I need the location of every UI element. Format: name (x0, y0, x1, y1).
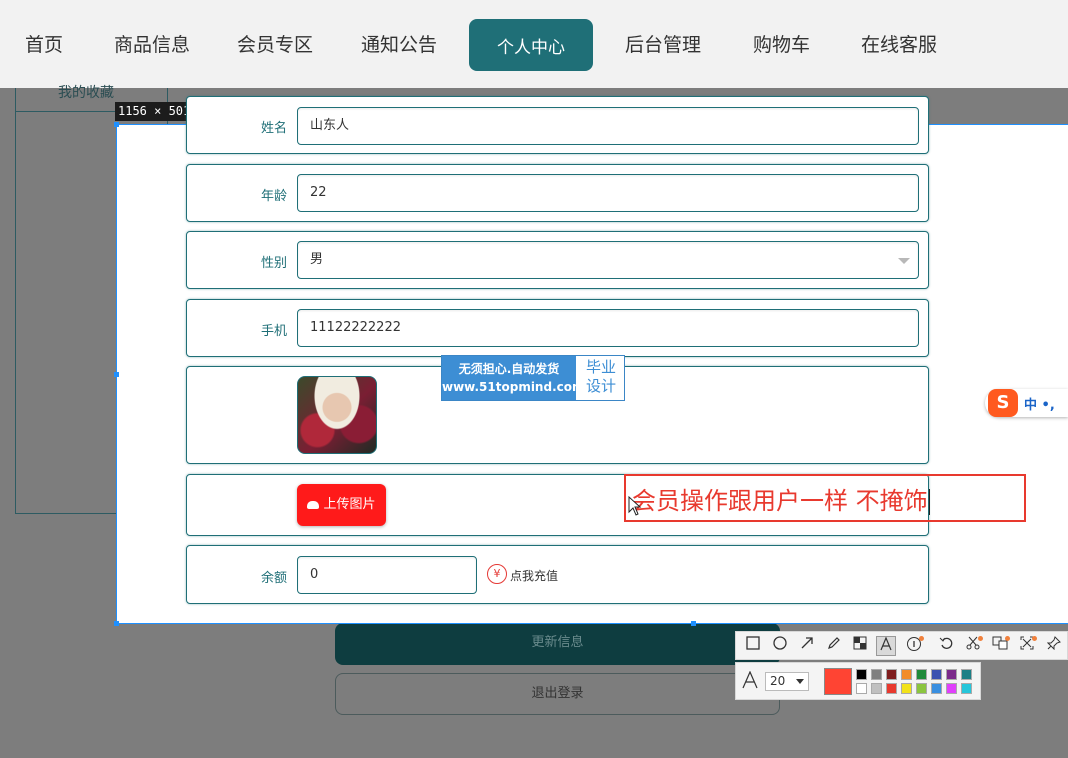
ime-mode-text: 中 •, (1024, 398, 1055, 413)
color-swatch[interactable] (871, 683, 882, 694)
resize-handle[interactable] (114, 621, 119, 626)
upload-image-button[interactable]: 上传图片 (297, 484, 386, 526)
watermark-right: 毕业 设计 (578, 358, 624, 396)
fullscreen-icon[interactable] (1017, 636, 1037, 656)
undo-icon[interactable] (936, 636, 956, 656)
color-swatch[interactable] (856, 669, 867, 680)
watermark-logo: 无须担心.自动发货 www.51topmind.com 毕业 设计 (441, 355, 625, 401)
gender-select[interactable]: 男 (297, 241, 919, 279)
nav-home[interactable]: 首页 (25, 30, 63, 57)
number-marker-tool-icon[interactable] (904, 636, 924, 656)
translate-icon[interactable] (990, 636, 1010, 656)
upload-label: 上传图片 (323, 497, 376, 512)
watermark-right-line2: 设计 (585, 377, 616, 395)
recharge-link[interactable]: 点我充值 (510, 567, 558, 584)
sidebar-divider (16, 111, 126, 112)
nav-personal-center[interactable]: 个人中心 (469, 19, 593, 71)
snip-toolbar (735, 631, 1068, 660)
color-swatch[interactable] (946, 683, 957, 694)
nav-member-zone[interactable]: 会员专区 (237, 30, 313, 57)
text-cursor (928, 489, 930, 515)
phone-label: 手机 (260, 324, 287, 339)
ime-indicator[interactable]: S 中 •, (985, 389, 1068, 417)
arrow-tool-icon[interactable] (797, 636, 817, 656)
color-swatch[interactable] (961, 683, 972, 694)
balance-input[interactable]: 0 (297, 556, 477, 594)
chevron-down-icon (898, 258, 910, 264)
nav-admin[interactable]: 后台管理 (625, 30, 701, 57)
pencil-tool-icon[interactable] (824, 636, 844, 656)
gender-value: 男 (310, 252, 324, 267)
mosaic-tool-icon[interactable] (850, 636, 870, 656)
avatar-image (297, 376, 377, 454)
scissors-icon[interactable] (963, 636, 983, 656)
color-swatch[interactable] (931, 683, 942, 694)
resize-handle[interactable] (114, 372, 119, 377)
resize-handle[interactable] (114, 122, 119, 127)
watermark-left: 无须担心.自动发货 www.51topmind.com (442, 356, 585, 400)
text-style-bar: 20 (735, 662, 981, 700)
color-swatch[interactable] (871, 669, 882, 680)
color-swatch[interactable] (901, 669, 912, 680)
color-swatch[interactable] (916, 669, 927, 680)
nav-products[interactable]: 商品信息 (114, 30, 190, 57)
font-size-select[interactable]: 20 (765, 672, 809, 691)
logout-button[interactable]: 退出登录 (335, 673, 780, 715)
chevron-down-icon (796, 679, 804, 684)
color-swatch[interactable] (931, 669, 942, 680)
watermark-right-line1: 毕业 (585, 358, 616, 376)
font-size-value: 20 (770, 674, 786, 688)
form-row-name: 姓名 山东人 (186, 96, 929, 154)
sogou-logo-icon: S (988, 389, 1018, 417)
text-tool-icon[interactable] (876, 636, 896, 656)
watermark-line1: 无须担心.自动发货 (458, 362, 560, 376)
age-input[interactable]: 22 (297, 174, 919, 212)
annotation-text: 会员操作跟用户一样 不掩饰 (632, 487, 928, 515)
sidebar-item-favorites[interactable]: 我的收藏 (58, 82, 114, 102)
current-color-swatch[interactable] (824, 668, 852, 695)
capture-size-label: 1156 × 501 (115, 102, 194, 121)
color-swatch[interactable] (856, 683, 867, 694)
color-swatch[interactable] (886, 669, 897, 680)
pin-icon[interactable] (1044, 636, 1064, 656)
rectangle-tool-icon[interactable] (743, 636, 763, 656)
phone-input[interactable]: 11122222222 (297, 309, 919, 347)
balance-label: 余额 (260, 571, 287, 586)
color-swatch[interactable] (901, 683, 912, 694)
watermark-line2: www.51topmind.com (442, 380, 585, 394)
mouse-pointer-icon (628, 495, 642, 516)
name-label: 姓名 (260, 121, 287, 136)
cloud-upload-icon (307, 500, 320, 509)
update-info-button[interactable]: 更新信息 (335, 623, 780, 665)
form-row-gender: 性别 男 (186, 231, 929, 289)
color-swatch[interactable] (916, 683, 927, 694)
form-row-balance: 余额 0 ¥ 点我充值 (186, 545, 929, 604)
ellipse-tool-icon[interactable] (770, 636, 790, 656)
form-row-phone: 手机 11122222222 (186, 299, 929, 357)
nav-cart[interactable]: 购物车 (753, 30, 810, 57)
yen-icon[interactable]: ¥ (487, 564, 507, 584)
form-row-age: 年龄 22 (186, 164, 929, 222)
color-swatch[interactable] (961, 669, 972, 680)
color-swatch[interactable] (946, 669, 957, 680)
age-label: 年龄 (260, 189, 287, 204)
color-swatch[interactable] (886, 683, 897, 694)
font-size-icon (741, 670, 759, 694)
name-input[interactable]: 山东人 (297, 107, 919, 145)
resize-handle[interactable] (691, 621, 696, 626)
gender-label: 性别 (260, 256, 287, 271)
nav-customer-service[interactable]: 在线客服 (861, 30, 937, 57)
annotation-textbox[interactable]: 会员操作跟用户一样 不掩饰 (624, 474, 1026, 522)
nav-announcements[interactable]: 通知公告 (361, 30, 437, 57)
top-nav: 首页 商品信息 会员专区 通知公告 个人中心 后台管理 购物车 在线客服 (0, 0, 1068, 88)
